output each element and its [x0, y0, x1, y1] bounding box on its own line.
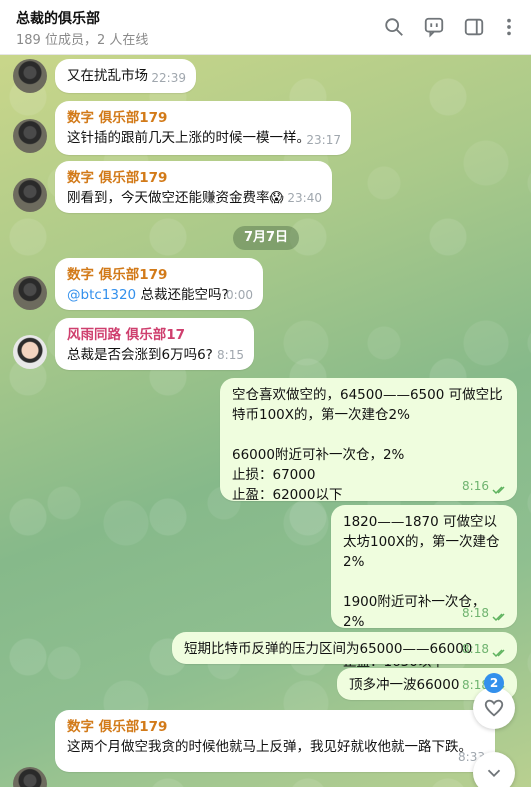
message-bubble[interactable]: 数字 俱乐部179 这两个月做空我贪的时候他就马上反弹，我见好就收他就一路下跌。…	[55, 710, 495, 772]
avatar[interactable]	[13, 119, 47, 153]
message-bubble[interactable]: 风雨同路 俱乐部17 总裁是否会涨到6万吗6? 8:15	[55, 318, 254, 370]
reactions-button[interactable]	[473, 687, 515, 729]
message-bubble-outgoing[interactable]: 1820——1870 可做空以太坊100X的，第一次建仓2% 1900附近可补一…	[331, 505, 517, 670]
message-time: 8:18	[462, 606, 489, 620]
message-bubble[interactable]: 数字 俱乐部179 刚看到，今天做空还能赚资金费率😱 23:40	[55, 161, 332, 213]
chevron-down-icon	[487, 769, 501, 778]
message-text-body: 总裁还能空吗?	[136, 287, 229, 303]
message-bubble-outgoing[interactable]: 短期比特币反弹的压力区间为65000——66000 8:18	[172, 632, 517, 664]
message-bubble[interactable]: 数字 俱乐部179 这针插的跟前几天上涨的时候一模一样。 23:17	[55, 101, 351, 155]
chat-header: 总裁的俱乐部 189 位成员，2 人在线	[0, 0, 531, 55]
message-bubble[interactable]: 数字 俱乐部179 @btc1320 总裁还能空吗? 0:00	[55, 258, 263, 310]
message-time: 8:16	[462, 479, 489, 493]
more-vertical-icon[interactable]	[498, 16, 520, 38]
comments-icon[interactable]	[423, 16, 445, 38]
avatar[interactable]	[13, 178, 47, 212]
message-time: 22:39	[151, 71, 186, 85]
search-icon[interactable]	[383, 16, 405, 38]
read-checkmarks-icon	[492, 649, 505, 658]
message-bubble[interactable]: 又在扰乱市场 22:39	[55, 59, 196, 93]
avatar[interactable]	[13, 276, 47, 310]
reactions-count-badge[interactable]: 2	[484, 673, 504, 693]
message-text: 这两个月做空我贪的时候他就马上反弹，我见好就收他就一路下跌。	[67, 739, 472, 755]
message-time: 23:17	[306, 133, 341, 147]
message-time: 8:15	[217, 348, 244, 362]
message-text: 短期比特币反弹的压力区间为65000——66000	[184, 641, 473, 657]
sender-name[interactable]: 数字 俱乐部179	[67, 717, 483, 737]
read-checkmarks-icon	[492, 613, 505, 622]
message-bubble-outgoing[interactable]: 空仓喜欢做空的，64500——6500 可做空比特币100X的，第一次建仓2% …	[220, 378, 517, 503]
message-text: 这针插的跟前几天上涨的时候一模一样。	[67, 130, 310, 146]
sender-name[interactable]: 风雨同路 俱乐部17	[67, 325, 242, 345]
avatar[interactable]	[13, 59, 47, 93]
avatar[interactable]	[13, 335, 47, 369]
chat-title[interactable]: 总裁的俱乐部	[16, 8, 100, 28]
sender-name[interactable]: 数字 俱乐部179	[67, 108, 339, 128]
sender-name[interactable]: 数字 俱乐部179	[67, 168, 320, 188]
scroll-to-bottom-button[interactable]	[473, 752, 515, 787]
user-mention-link[interactable]: @btc1320	[67, 287, 136, 303]
heart-icon	[484, 699, 504, 717]
message-time: 0:00	[226, 288, 253, 302]
member-count: 189 位成员，2 人在线	[16, 33, 149, 48]
sidebar-toggle-icon[interactable]	[463, 16, 485, 38]
message-time: 23:40	[287, 191, 322, 205]
read-checkmarks-icon	[492, 486, 505, 495]
message-text: 刚看到，今天做空还能赚资金费率😱	[67, 190, 284, 206]
sender-name[interactable]: 数字 俱乐部179	[67, 265, 251, 285]
message-text: @btc1320 总裁还能空吗?	[67, 285, 251, 305]
message-time: 8:18	[462, 642, 489, 656]
date-separator: 7月7日	[233, 226, 299, 250]
message-text: 总裁是否会涨到6万吗6?	[67, 347, 213, 363]
